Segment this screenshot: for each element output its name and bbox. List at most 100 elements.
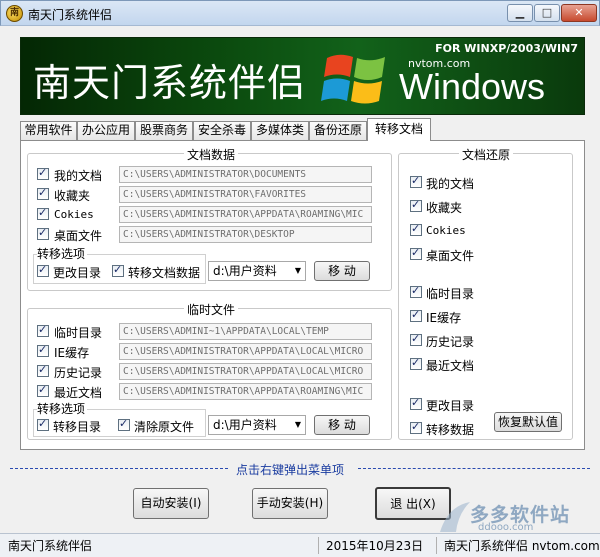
tab-panel: 文档数据 我的文档 C:\USERS\ADMINISTRATOR\DOCUMEN… <box>20 140 585 450</box>
docs-label-transfer-data: 转移文档数据 <box>128 266 201 280</box>
maximize-button[interactable]: □ <box>534 4 560 22</box>
restore-check-transfer-data[interactable] <box>410 420 422 434</box>
window-title: 南天门系统伴侣 <box>28 8 113 22</box>
divider-left <box>10 468 228 469</box>
status-app-name: 南天门系统伴侣 <box>8 539 93 553</box>
docs-check-mydocs[interactable] <box>37 166 49 180</box>
tab-office[interactable]: 办公应用 <box>77 121 135 140</box>
temp-target-value: d:\用户资料 <box>213 418 277 432</box>
app-icon[interactable]: 南 <box>6 5 23 22</box>
docs-target-value: d:\用户资料 <box>213 264 277 278</box>
temp-options-group: 转移选项 转移目录 清除原文件 <box>33 400 206 437</box>
temp-path-recent[interactable]: C:\USERS\ADMINISTRATOR\APPDATA\ROAMING\M… <box>119 383 372 400</box>
docs-label-mydocs: 我的文档 <box>54 169 103 183</box>
context-menu-hint: 点击右键弹出菜单项 <box>236 463 345 477</box>
temp-check-history[interactable] <box>37 363 49 377</box>
docs-options-group: 转移选项 更改目录 转移文档数据 <box>33 245 206 284</box>
tab-backup-restore[interactable]: 备份还原 <box>309 121 367 140</box>
banner-title: 南天门系统伴侣 <box>33 61 307 105</box>
docs-label-favorites: 收藏夹 <box>54 189 91 203</box>
restore-label-tempdir: 临时目录 <box>426 287 475 301</box>
restore-check-cookies[interactable] <box>410 222 422 236</box>
restore-label-transfer-data: 转移数据 <box>426 423 475 437</box>
temp-path-iecache[interactable]: C:\USERS\ADMINISTRATOR\APPDATA\LOCAL\MIC… <box>119 343 372 360</box>
restore-check-mydocs[interactable] <box>410 174 422 188</box>
restore-label-change-dir: 更改目录 <box>426 399 475 413</box>
auto-install-button[interactable]: 自动安装(I) <box>133 488 209 519</box>
restore-check-history[interactable] <box>410 332 422 346</box>
tab-transfer-docs[interactable]: 转移文档 <box>367 118 431 141</box>
restore-label-history: 历史记录 <box>426 335 475 349</box>
temp-check-recent[interactable] <box>37 383 49 397</box>
temp-group-title: 临时文件 <box>184 301 239 318</box>
manual-install-button[interactable]: 手动安装(H) <box>252 488 328 519</box>
tab-security[interactable]: 安全杀毒 <box>193 121 251 140</box>
restore-check-tempdir[interactable] <box>410 284 422 298</box>
temp-target-select[interactable]: d:\用户资料 ▼ <box>208 415 306 435</box>
temp-group: 临时文件 临时目录 C:\USERS\ADMINI~1\APPDATA\LOCA… <box>27 301 392 440</box>
restore-check-recent[interactable] <box>410 356 422 370</box>
temp-path-history[interactable]: C:\USERS\ADMINISTRATOR\APPDATA\LOCAL\MIC… <box>119 363 372 380</box>
temp-label-tempdir: 临时目录 <box>54 326 103 340</box>
restore-check-favorites[interactable] <box>410 198 422 212</box>
docs-move-button[interactable]: 移 动 <box>314 261 370 281</box>
temp-label-transfer-dir: 转移目录 <box>53 420 102 434</box>
restore-check-change-dir[interactable] <box>410 396 422 410</box>
chevron-down-icon: ▼ <box>294 266 301 275</box>
watermark-url: ddooo.com <box>478 522 534 533</box>
docs-group: 文档数据 我的文档 C:\USERS\ADMINISTRATOR\DOCUMEN… <box>27 146 392 291</box>
restore-label-recent: 最近文档 <box>426 359 475 373</box>
temp-label-recent: 最近文档 <box>54 386 103 400</box>
docs-path-mydocs[interactable]: C:\USERS\ADMINISTRATOR\DOCUMENTS <box>119 166 372 183</box>
docs-check-cookies[interactable] <box>37 206 49 220</box>
status-separator <box>436 537 437 554</box>
temp-check-tempdir[interactable] <box>37 323 49 337</box>
docs-path-cookies[interactable]: C:\USERS\ADMINISTRATOR\APPDATA\ROAMING\M… <box>119 206 372 223</box>
restore-check-iecache[interactable] <box>410 308 422 322</box>
divider-right <box>358 468 590 469</box>
restore-label-favorites: 收藏夹 <box>426 201 463 215</box>
docs-check-transfer-data[interactable] <box>112 263 124 277</box>
restore-label-iecache: IE缓存 <box>426 311 462 325</box>
banner-platform-text: FOR WINXP/2003/WIN7 <box>435 42 578 55</box>
docs-target-select[interactable]: d:\用户资料 ▼ <box>208 261 306 281</box>
temp-options-title: 转移选项 <box>37 400 88 417</box>
docs-label-change-dir: 更改目录 <box>53 266 102 280</box>
temp-label-clear-source: 清除原文件 <box>134 420 195 434</box>
temp-label-iecache: IE缓存 <box>54 346 90 360</box>
banner-windows-text: Windows <box>399 66 546 107</box>
restore-group-title: 文档还原 <box>459 146 514 163</box>
minimize-button[interactable]: ▁ <box>507 4 533 22</box>
status-date: 2015年10月23日 <box>326 539 424 553</box>
restore-group: 文档还原 我的文档 收藏夹 Cokies 桌面文件 临时目录 IE缓存 历史记录… <box>398 146 573 440</box>
banner: 南天门系统伴侣 FOR WINXP/2003/WIN7 nvtom.com Wi… <box>20 37 585 115</box>
docs-check-favorites[interactable] <box>37 186 49 200</box>
temp-move-button[interactable]: 移 动 <box>314 415 370 435</box>
chevron-down-icon: ▼ <box>294 420 301 429</box>
tab-stock-business[interactable]: 股票商务 <box>135 121 193 140</box>
docs-path-favorites[interactable]: C:\USERS\ADMINISTRATOR\FAVORITES <box>119 186 372 203</box>
restore-check-desktop[interactable] <box>410 246 422 260</box>
temp-check-iecache[interactable] <box>37 343 49 357</box>
temp-path-tempdir[interactable]: C:\USERS\ADMINI~1\APPDATA\LOCAL\TEMP <box>119 323 372 340</box>
temp-label-history: 历史记录 <box>54 366 103 380</box>
restore-default-button[interactable]: 恢复默认值 <box>494 412 562 432</box>
restore-label-cookies: Cokies <box>426 224 466 237</box>
title-bar[interactable]: 南 南天门系统伴侣 ▁ □ ✕ <box>0 0 600 26</box>
windows-flag-icon <box>321 54 385 104</box>
docs-path-desktop[interactable]: C:\USERS\ADMINISTRATOR\DESKTOP <box>119 226 372 243</box>
docs-group-title: 文档数据 <box>184 146 239 163</box>
docs-check-change-dir[interactable] <box>37 263 49 277</box>
docs-options-title: 转移选项 <box>37 245 88 262</box>
temp-check-transfer-dir[interactable] <box>37 417 49 431</box>
docs-check-desktop[interactable] <box>37 226 49 240</box>
temp-check-clear-source[interactable] <box>118 417 130 431</box>
status-separator <box>318 537 319 554</box>
tab-common-software[interactable]: 常用软件 <box>20 121 77 140</box>
close-button[interactable]: ✕ <box>561 4 597 22</box>
restore-label-desktop: 桌面文件 <box>426 249 475 263</box>
docs-label-cookies: Cokies <box>54 208 94 221</box>
status-site: 南天门系统伴侣 nvtom.com <box>444 539 600 553</box>
status-bar: 南天门系统伴侣 2015年10月23日 南天门系统伴侣 nvtom.com <box>0 533 600 557</box>
tab-multimedia[interactable]: 多媒体类 <box>251 121 309 140</box>
